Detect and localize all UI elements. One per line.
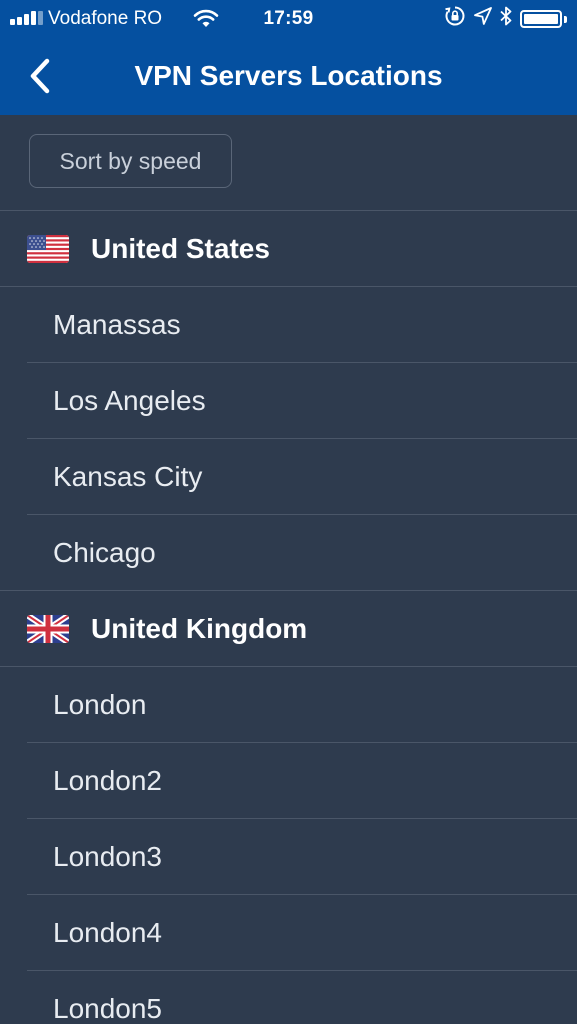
sort-section: Sort by speed [0,115,577,211]
status-icons [444,5,567,33]
battery-tip [564,15,567,23]
uk-flag-icon [27,614,69,643]
city-name: Los Angeles [53,384,206,416]
page-title: VPN Servers Locations [134,60,443,91]
server-row-manassas[interactable]: Manassas [27,287,577,363]
city-name: London3 [53,840,163,872]
location-arrow-icon [474,7,492,31]
app-screen: Vodafone RO 17:59 VPN Servers Locations … [0,0,577,1024]
city-name: Kansas City [53,460,203,492]
country-header-united-kingdom: United Kingdom [0,591,577,667]
city-name: London4 [53,916,163,948]
server-list[interactable]: Sort by speed United States Manassas Los… [0,115,577,1024]
orientation-lock-icon [444,5,466,33]
server-row-chicago[interactable]: Chicago [0,515,577,591]
server-row-london5[interactable]: London5 [27,971,577,1024]
city-name: London5 [53,992,163,1024]
country-name: United States [91,232,270,264]
sort-by-speed-button[interactable]: Sort by speed [29,134,232,188]
navigation-bar: VPN Servers Locations [0,40,577,115]
battery-icon [520,10,562,28]
server-row-london4[interactable]: London4 [27,895,577,971]
server-row-london2[interactable]: London2 [27,743,577,819]
us-flag-icon [27,234,69,263]
server-row-kansas-city[interactable]: Kansas City [27,439,577,515]
status-bar: Vodafone RO 17:59 [0,0,577,40]
bluetooth-icon [500,6,512,32]
country-name: United Kingdom [91,612,308,644]
server-row-london[interactable]: London [27,667,577,743]
server-row-los-angeles[interactable]: Los Angeles [27,363,577,439]
city-name: Chicago [53,536,156,568]
city-name: London [53,688,147,720]
city-name: London2 [53,764,163,796]
country-header-united-states: United States [0,211,577,287]
city-name: Manassas [53,308,181,340]
server-row-london3[interactable]: London3 [27,819,577,895]
